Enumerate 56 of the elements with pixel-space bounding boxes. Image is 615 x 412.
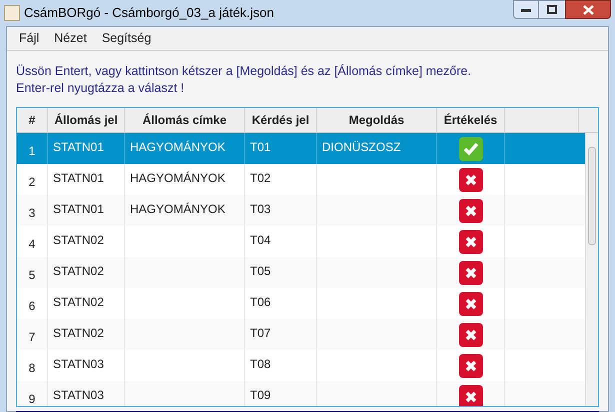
minimize-icon [521,8,531,12]
table-row[interactable]: 3 STATN01 HAGYOMÁNYOK T03 [17,195,585,226]
app-logo-icon [4,5,20,21]
column-header[interactable]: Állomás címke [125,108,245,132]
table-cell-text: T06 [250,294,271,311]
table-cell-text: STATN02 [53,294,104,311]
instruction-text: Enter-rel nyugtázza a választ ! [16,80,186,97]
menu-item[interactable]: Segítség [96,29,158,48]
table-cell-text: 3 [28,204,36,222]
table-cell-text: STATN02 [53,232,104,249]
table-cell-text: T09 [250,387,271,404]
close-icon [582,4,594,14]
table-cell-text: T08 [250,356,271,373]
table-cell-text: STATN01 [53,201,104,218]
menu-item[interactable]: Nézet [48,29,93,48]
maximize-button[interactable] [539,0,565,19]
table-cell-text: 9 [28,390,36,406]
table-cell-text: 8 [28,360,36,376]
table-cell-text: DIONÜSZOSZ [322,139,401,156]
table-cell-text: 5 [28,266,36,284]
column-header[interactable]: Kérdés jel [245,108,317,132]
instruction-text: Üssön Entert, vagy kattintson kétszer a [Megoldás] és az [Állomás címke] mezőre. [16,63,472,80]
table-cell-text: HAGYOMÁNYOK [130,201,226,218]
close-button[interactable] [565,0,611,19]
table-cell-text: T03 [250,201,271,218]
table-cell-text: T05 [250,263,271,280]
column-header[interactable]: Értékelés [437,108,505,132]
column-header[interactable]: # [17,108,48,132]
table-cell-text: STATN01 [53,139,104,156]
table-cell-text: 2 [28,174,36,190]
table-cell-text: 1 [28,142,36,160]
scrollbar[interactable] [585,133,598,406]
table-cell-text: HAGYOMÁNYOK [130,170,226,187]
column-header[interactable]: Állomás jel [48,108,125,132]
table-cell-text: T04 [250,232,271,249]
table-cell-text: STATN03 [53,356,104,373]
table-row[interactable]: 7 STATN02 T07 [17,319,585,350]
table-cell-text: HAGYOMÁNYOK [130,139,226,156]
table-cell-text: 6 [28,298,36,314]
minimize-button[interactable] [513,0,539,19]
table-cell-text: T07 [250,325,271,342]
scrollbar-thumb[interactable] [588,147,596,245]
menu-item[interactable]: Fájl [13,29,46,48]
table-cell-text: STATN01 [53,170,104,187]
table-cell-text: STATN02 [53,263,104,280]
table-row[interactable]: 5 STATN02 T05 [17,257,585,288]
table-cell-text: STATN03 [53,387,104,404]
table-cell-text: T02 [250,170,271,187]
table-cell-text: T01 [250,139,271,156]
maximize-icon [547,5,557,14]
column-header[interactable]: Megoldás [317,108,437,132]
table-cell-text: STATN02 [53,325,104,342]
window-title: CsámBORgó - Csámborgó_03_a játék.json [24,4,274,22]
table-cell-text: 7 [28,328,36,346]
table-row[interactable]: 9 STATN03 T09 [17,381,585,406]
table-cell-text: 4 [28,236,36,252]
